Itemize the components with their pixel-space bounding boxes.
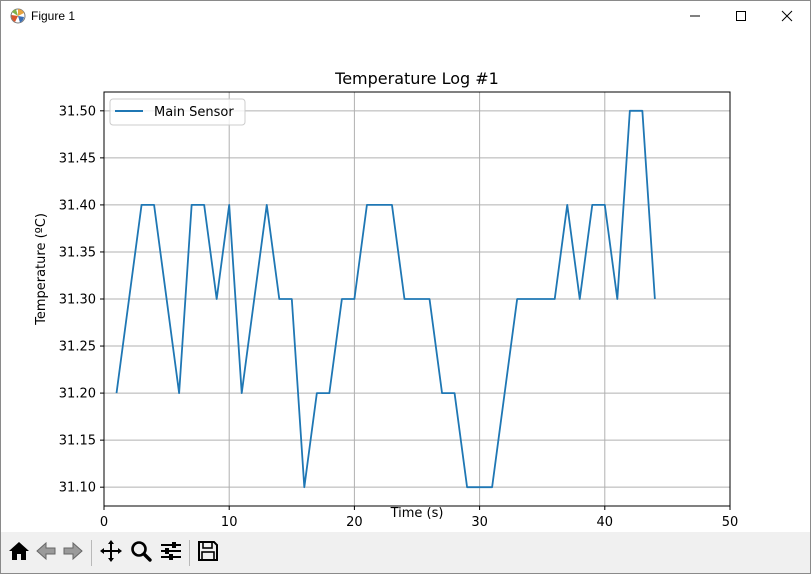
y-tick-label: 31.35 [59, 245, 96, 260]
back-icon [35, 540, 57, 566]
save-button[interactable] [195, 540, 221, 566]
y-tick-label: 31.50 [59, 104, 96, 119]
home-button[interactable] [6, 540, 32, 566]
y-tick-label: 31.40 [59, 198, 96, 213]
configure-subplots-button[interactable] [158, 540, 184, 566]
toolbar-separator [189, 540, 190, 566]
forward-icon [62, 540, 84, 566]
title-bar[interactable]: Figure 1 [1, 1, 810, 31]
figure-canvas[interactable]: Temperature Log #1 0 10 20 30 40 50 31.10 31.15… [1, 31, 810, 531]
axis-ticks: 0 10 20 30 40 50 31.10 31.15 31.20 31.25 31.30 31.3… [59, 104, 738, 530]
y-tick-label: 31.20 [59, 387, 96, 402]
maximize-icon [735, 7, 747, 26]
legend-label: Main Sensor [154, 105, 234, 120]
toolbar-separator [91, 540, 92, 566]
x-axis-label: Time (s) [390, 506, 444, 521]
minimize-button[interactable] [672, 1, 718, 31]
y-axis-label: Temperature (ºC) [34, 213, 49, 326]
y-tick-label: 31.10 [59, 481, 96, 496]
home-icon [8, 540, 30, 566]
back-button[interactable] [33, 540, 59, 566]
x-tick-label: 30 [471, 515, 488, 530]
y-tick-label: 31.15 [59, 434, 96, 449]
pan-button[interactable] [98, 540, 124, 566]
configure-subplots-icon [159, 539, 183, 567]
save-icon [197, 540, 219, 566]
navigation-toolbar [1, 532, 810, 573]
y-tick-label: 31.30 [59, 293, 96, 308]
pan-icon [99, 539, 123, 567]
close-button[interactable] [764, 1, 810, 31]
minimize-icon [689, 7, 701, 26]
legend: Main Sensor [109, 98, 246, 126]
x-tick-label: 20 [346, 515, 363, 530]
y-tick-label: 31.25 [59, 340, 96, 355]
zoom-icon [129, 539, 153, 567]
zoom-button[interactable] [128, 540, 154, 566]
x-tick-label: 10 [221, 515, 238, 530]
x-tick-label: 40 [597, 515, 614, 530]
figure-window: Figure 1 Temperature Log #1 0 10 20 30 40 50 3… [0, 0, 811, 574]
maximize-button[interactable] [718, 1, 764, 31]
chart-title: Temperature Log #1 [334, 69, 499, 88]
window-title: Figure 1 [31, 9, 76, 23]
forward-button[interactable] [60, 540, 86, 566]
y-tick-label: 31.45 [59, 151, 96, 166]
x-tick-label: 0 [100, 515, 108, 530]
x-tick-label: 50 [722, 515, 739, 530]
temperature-chart: Temperature Log #1 0 10 20 30 40 50 31.10 31.15… [34, 69, 738, 530]
matplotlib-logo-icon [9, 7, 27, 25]
close-icon [781, 7, 793, 26]
